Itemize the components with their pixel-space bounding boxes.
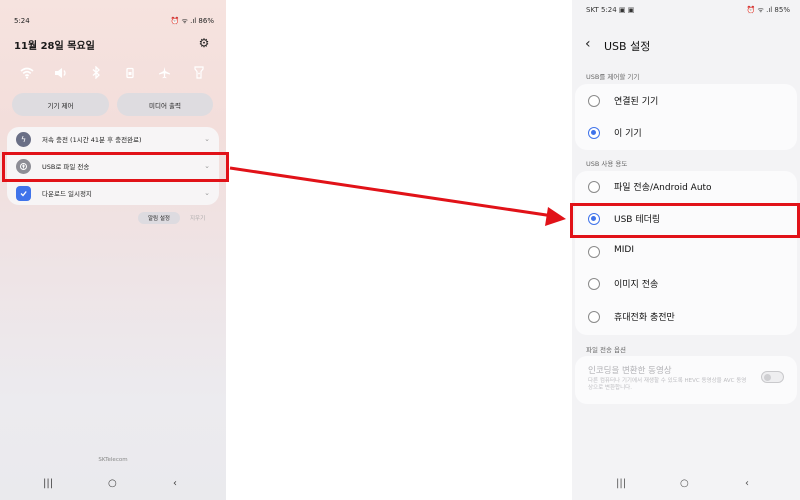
radio-button[interactable] (588, 246, 600, 258)
wifi-icon[interactable] (14, 60, 39, 85)
status-time: 5:24 (14, 17, 30, 25)
notification-panel-screen: 5:24 ⏰ ᯤ .ıl 86% 11월 28일 목요일 ⚙ 기기 제어 미디어… (0, 0, 226, 500)
transcode-title: 인코딩을 변환한 동영상 (588, 366, 672, 376)
device-control-button[interactable]: 기기 제어 (12, 93, 109, 116)
page-title: USB 설정 (604, 40, 651, 53)
control-options-card: 연결된 기기 이 기기 (575, 84, 797, 150)
download-icon (16, 185, 31, 201)
airplane-icon[interactable] (152, 60, 177, 85)
device-control-label: 기기 제어 (47, 101, 74, 110)
section-label-usage: USB 사용 용도 (586, 160, 628, 168)
flashlight-icon[interactable] (186, 60, 211, 85)
home-icon[interactable]: ○ (108, 478, 117, 489)
option-label: MIDI (614, 245, 635, 255)
transcode-toggle[interactable] (761, 371, 784, 383)
recent-apps-icon[interactable]: ||| (43, 478, 53, 489)
option-label: 파일 전송/Android Auto (614, 183, 712, 193)
chevron-down-icon[interactable]: ⌄ (204, 135, 210, 143)
notification-slow-charging[interactable]: ϟ 저속 충전 (1시간 41분 후 충전완료) ⌄ (7, 127, 219, 151)
option-midi[interactable]: MIDI (575, 236, 797, 268)
highlight-box-usb-notification (2, 152, 229, 182)
notification-download-paused[interactable]: 다운로드 일시정지 ⌄ (7, 181, 219, 205)
option-image-transfer[interactable]: 이미지 전송 (575, 268, 797, 300)
notification-settings-label: 알림 설정 (148, 216, 170, 222)
transcode-description: 다른 컴퓨터나 기기에서 재생할 수 있도록 HEVC 동영상을 AVC 동영상… (588, 378, 747, 391)
status-bar: SKT 5:24 ▣ ▣ ⏰ ᯤ .ıl 85% (586, 6, 790, 18)
charging-icon: ϟ (16, 131, 31, 147)
notification-settings-button[interactable]: 알림 설정 (138, 212, 180, 224)
home-icon[interactable]: ○ (680, 478, 689, 489)
option-label: 이 기기 (614, 129, 642, 139)
option-label: 연결된 기기 (614, 97, 659, 107)
quick-settings-row (14, 60, 214, 86)
radio-button[interactable] (588, 278, 600, 290)
option-file-transfer[interactable]: 파일 전송/Android Auto (575, 171, 797, 203)
status-icons: ⏰ ᯤ .ıl 86% (170, 17, 214, 25)
usb-settings-screen: SKT 5:24 ▣ ▣ ⏰ ᯤ .ıl 85% ‹ USB 설정 USB를 제… (572, 0, 800, 500)
notification-text: 다운로드 일시정지 (42, 190, 92, 198)
media-output-label: 미디어 출력 (149, 101, 181, 110)
sound-icon[interactable] (48, 60, 73, 85)
option-connected-device[interactable]: 연결된 기기 (575, 85, 797, 117)
back-arrow-icon[interactable]: ‹ (585, 36, 591, 52)
section-label-file-options: 파일 전송 옵션 (586, 346, 627, 354)
chevron-down-icon[interactable]: ⌄ (204, 189, 210, 197)
radio-button-selected[interactable] (588, 127, 600, 139)
radio-button[interactable] (588, 95, 600, 107)
bluetooth-icon[interactable] (83, 60, 108, 85)
status-right: ⏰ ᯤ .ıl 85% (746, 6, 790, 14)
recent-apps-icon[interactable]: ||| (616, 478, 626, 489)
radio-button[interactable] (588, 311, 600, 323)
section-label-control: USB를 제어할 기기 (586, 73, 640, 81)
date-label: 11월 28일 목요일 (14, 41, 95, 52)
option-this-device[interactable]: 이 기기 (575, 117, 797, 149)
highlight-box-usb-tethering (570, 203, 800, 238)
rotation-lock-icon[interactable] (117, 60, 142, 85)
option-charge-only[interactable]: 휴대전화 충전만 (575, 301, 797, 333)
file-options-card: 인코딩을 변환한 동영상 다른 컴퓨터나 기기에서 재생할 수 있도록 HEVC… (575, 356, 797, 404)
gear-icon[interactable]: ⚙ (197, 36, 211, 50)
navigation-bar: ||| ○ ‹ (572, 478, 800, 492)
status-bar: 5:24 ⏰ ᯤ .ıl 86% (14, 17, 214, 29)
back-icon[interactable]: ‹ (173, 478, 177, 489)
radio-button[interactable] (588, 181, 600, 193)
option-label: 휴대전화 충전만 (614, 313, 675, 323)
carrier-label: SKTelecom (98, 457, 128, 463)
status-left: SKT 5:24 ▣ ▣ (586, 6, 635, 14)
notification-text: 저속 충전 (1시간 41분 후 충전완료) (42, 136, 142, 144)
media-output-button[interactable]: 미디어 출력 (117, 93, 213, 116)
option-label: 이미지 전송 (614, 280, 659, 290)
clear-button[interactable]: 지우기 (190, 214, 205, 222)
usage-options-card: 파일 전송/Android Auto USB 테더링 MIDI 이미지 전송 휴… (575, 171, 797, 335)
back-icon[interactable]: ‹ (745, 478, 749, 489)
navigation-bar: ||| ○ ‹ (0, 478, 226, 492)
